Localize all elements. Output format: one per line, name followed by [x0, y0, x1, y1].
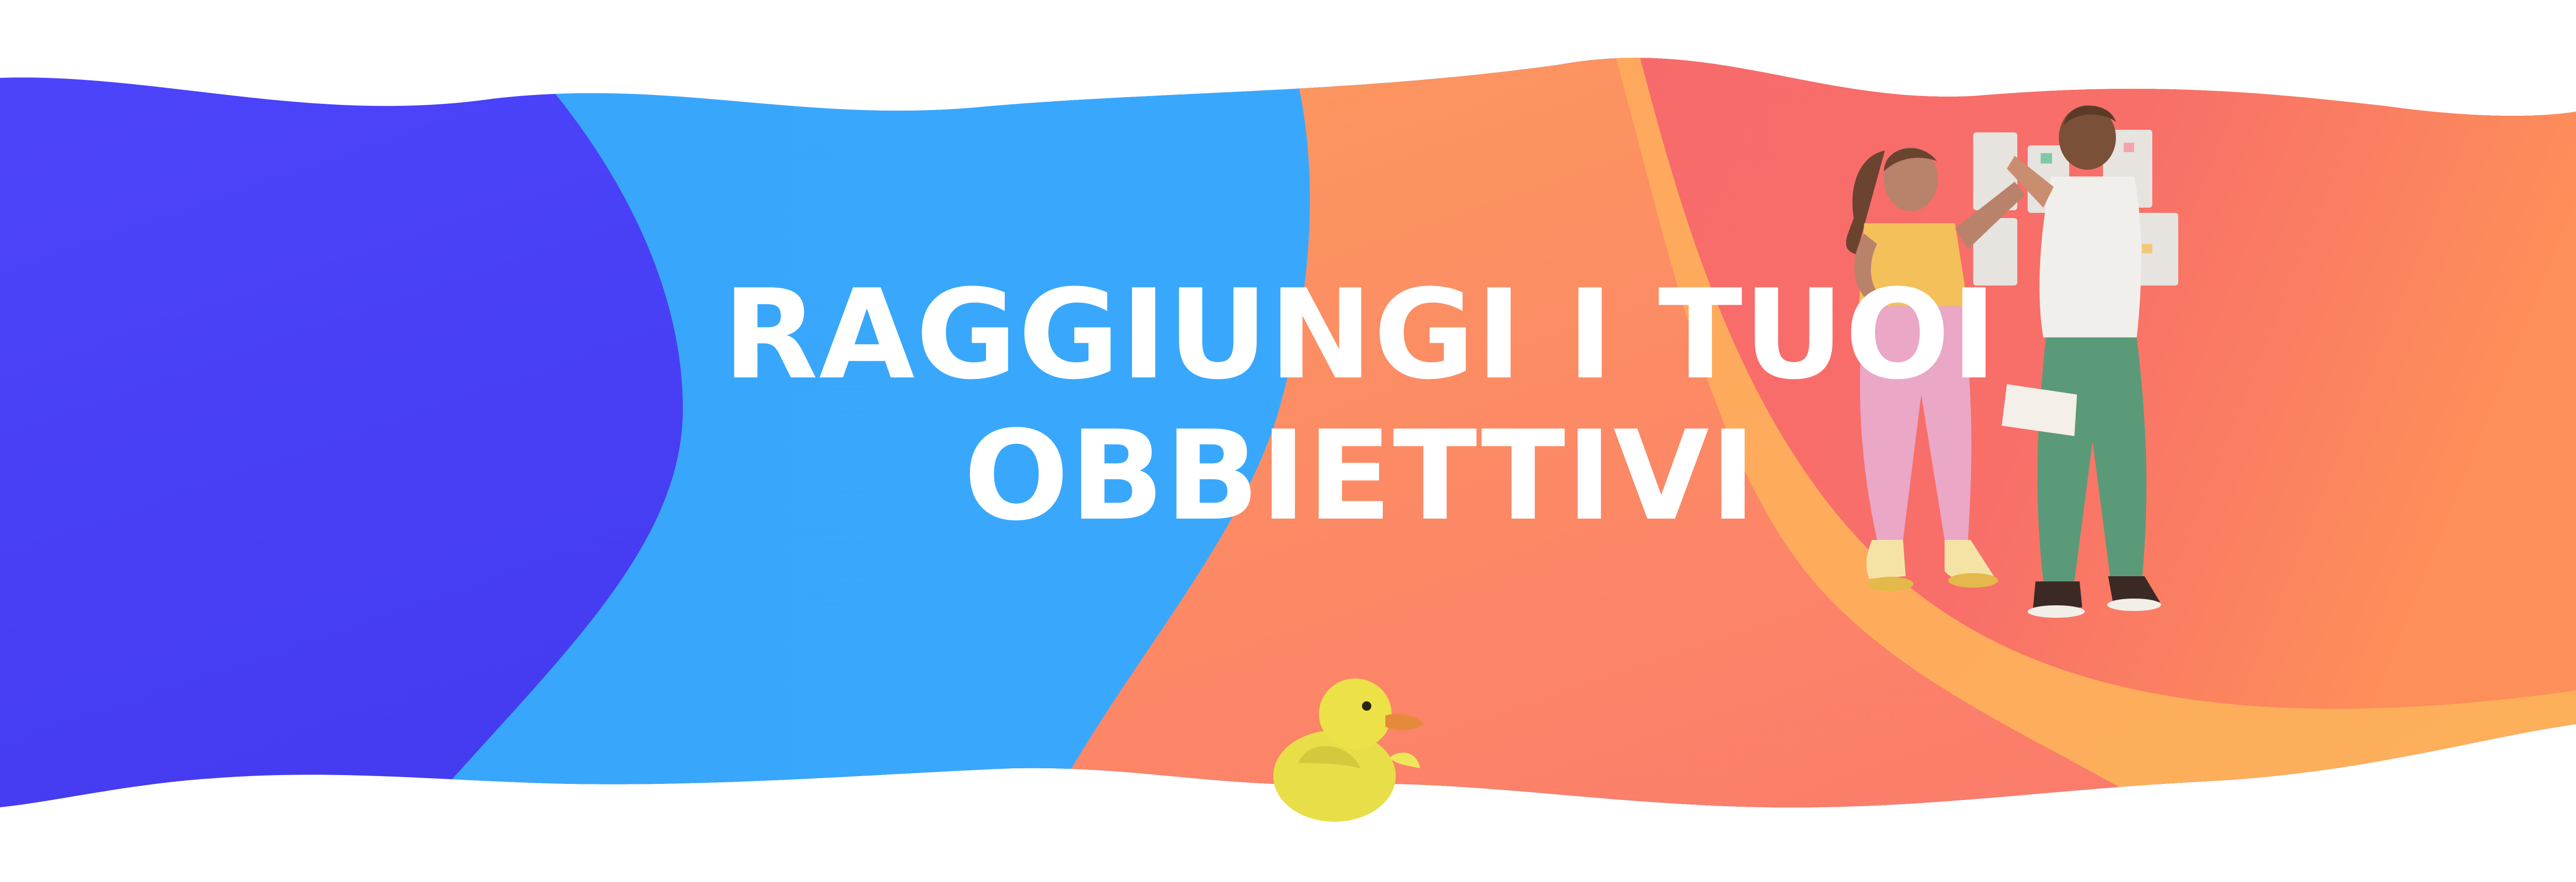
sticky-note [2142, 244, 2152, 253]
headline-line-2: OBBIETTIVI [964, 404, 1757, 548]
headline-line-1: RAGGIUNGI I TUOI [723, 263, 1998, 407]
sticky-note [2041, 153, 2052, 164]
sticky-note [2124, 143, 2134, 152]
banner: RAGGIUNGI I TUOI OBBIETTIVI [0, 0, 2576, 882]
headline: RAGGIUNGI I TUOI OBBIETTIVI [592, 265, 2129, 547]
